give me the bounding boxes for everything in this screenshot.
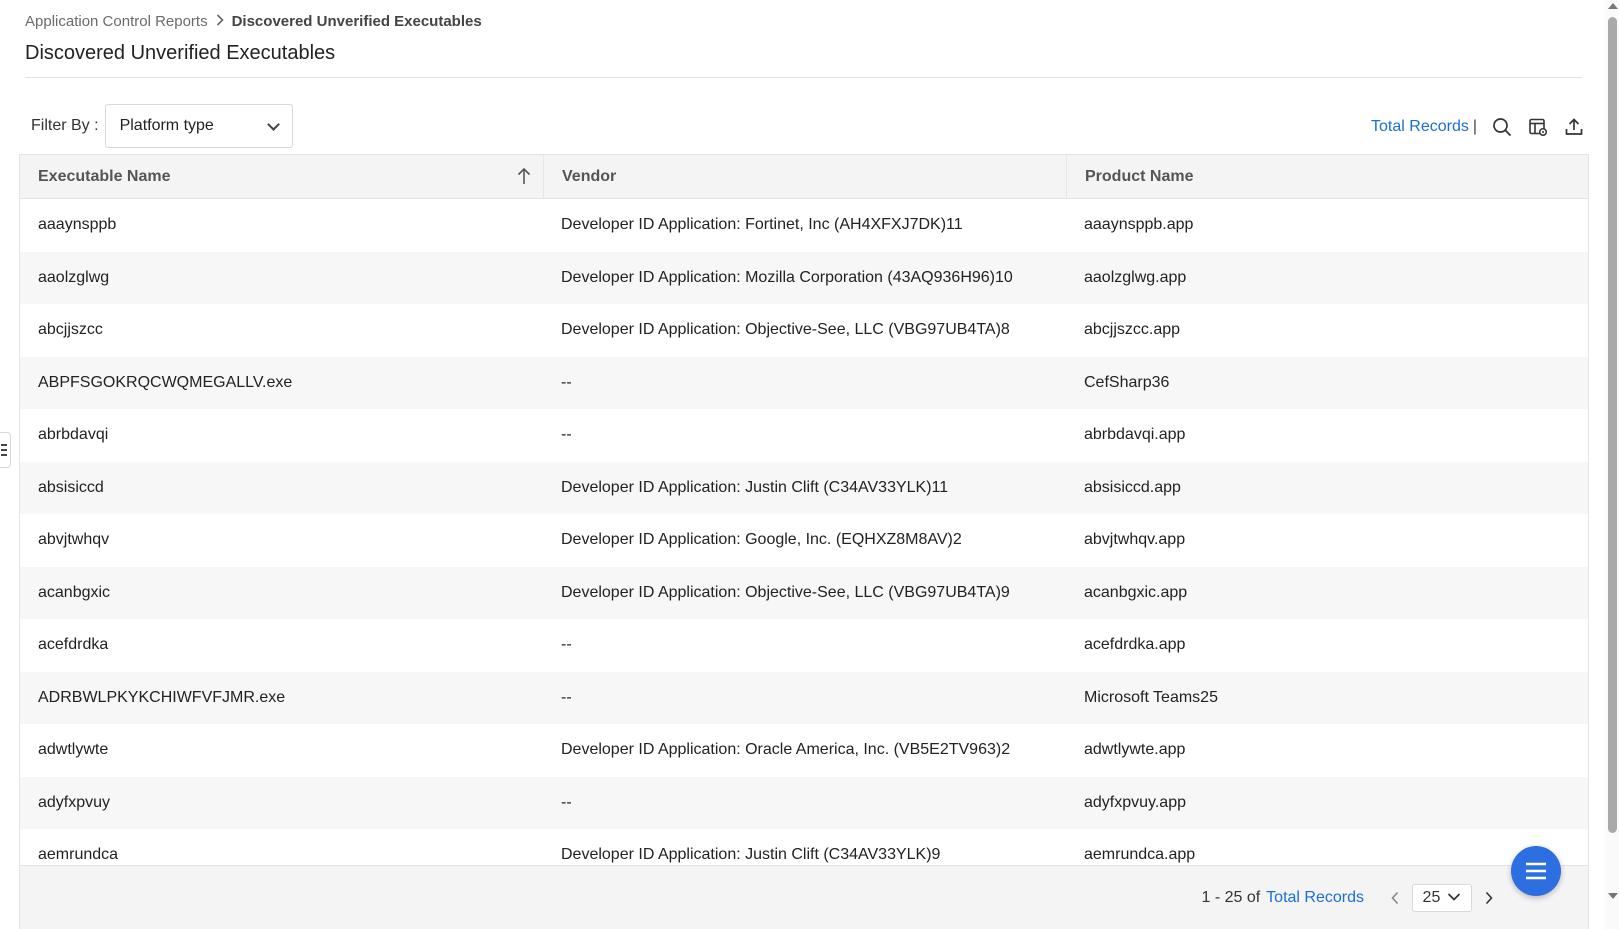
cell-executable-name: ADRBWLPKYKCHIWFVFJMR.exe [38,688,286,706]
total-records-link[interactable]: Total Records [1371,118,1469,136]
cell-product-name: abvjtwhqv.app [1084,531,1186,549]
cell-product-name: acefdrdka.app [1084,636,1186,654]
table-row[interactable]: adyfxpvuy -- adyfxpvuy.app [20,776,1588,829]
previous-page-icon[interactable] [1384,887,1406,909]
search-icon[interactable] [1491,116,1513,138]
cell-executable-name: abcjjszcc [38,321,103,339]
column-header-label: Executable Name [38,167,171,185]
pagination-range: 1 - 25 of [1201,889,1261,906]
cell-executable-name: absisiccd [38,478,104,496]
scrollbar-thumb[interactable] [1608,17,1617,833]
table-header: Executable Name Vendor Product Name [20,155,1588,199]
cell-vendor: Developer ID Application: Mozilla Corpor… [561,268,1013,286]
filter-row: Filter By : Platform type [31,104,293,148]
cell-executable-name: abvjtwhqv [38,531,110,549]
table-row[interactable]: abvjtwhqv Developer ID Application: Goog… [20,514,1588,567]
cell-product-name: aemrundca.app [1084,846,1196,864]
report-page: Application Control Reports Discovered U… [0,0,1619,929]
table-row[interactable]: abrbdavqi -- abrbdavqi.app [20,409,1588,462]
cell-vendor: -- [561,793,572,811]
column-header-product-name[interactable]: Product Name [1066,155,1588,198]
cell-executable-name: aaolzglwg [38,268,110,286]
cell-executable-name: acanbgxic [38,583,111,601]
separator: | [1472,118,1477,135]
page-size-value: 25 [1422,889,1441,906]
cell-executable-name: abrbdavqi [38,426,109,444]
cell-vendor: Developer ID Application: Oracle America… [561,741,1011,759]
column-header-label: Vendor [562,167,617,185]
column-header-executable-name[interactable]: Executable Name [20,155,543,198]
cell-vendor: -- [561,373,572,391]
column-settings-icon[interactable] [1527,116,1549,138]
filter-label: Filter By : [31,117,99,134]
table-body: aaaynsppb Developer ID Application: Fort… [20,199,1588,882]
cell-product-name: abcjjszcc.app [1084,321,1181,339]
scroll-down-arrow-icon[interactable] [1608,893,1618,899]
column-header-vendor[interactable]: Vendor [543,155,1066,198]
cell-product-name: aaolzglwg.app [1084,268,1187,286]
cell-vendor: Developer ID Application: Fortinet, Inc … [561,216,963,234]
chevron-down-icon [1447,889,1461,907]
cell-product-name: aaaynsppb.app [1084,216,1194,234]
sidebar-toggle-handle[interactable] [0,432,11,468]
chevron-down-icon [266,117,280,131]
cell-vendor: Developer ID Application: Google, Inc. (… [561,531,962,549]
platform-type-dropdown[interactable]: Platform type [104,104,293,148]
table-row[interactable]: ABPFSGOKRQCWQMEGALLV.exe -- CefSharp36 [20,356,1588,409]
cell-executable-name: aemrundca [38,846,119,864]
table-row[interactable]: abcjjszcc Developer ID Application: Obje… [20,304,1588,357]
floating-menu-button[interactable] [1511,846,1561,896]
cell-product-name: adwtlywte.app [1084,741,1186,759]
table-row[interactable]: adwtlywte Developer ID Application: Orac… [20,724,1588,777]
dropdown-selected-value: Platform type [119,117,214,134]
cell-vendor: -- [561,636,572,654]
menu-line [1,449,7,451]
breadcrumb: Application Control Reports Discovered U… [25,10,482,32]
table-row[interactable]: aaolzglwg Developer ID Application: Mozi… [20,251,1588,304]
cell-vendor: -- [561,688,572,706]
sort-ascending-icon[interactable] [517,167,531,190]
cell-vendor: Developer ID Application: Objective-See,… [561,321,1010,339]
cell-product-name: absisiccd.app [1084,478,1181,496]
table-row[interactable]: ADRBWLPKYKCHIWFVFJMR.exe -- Microsoft Te… [20,671,1588,724]
cell-executable-name: acefdrdka [38,636,109,654]
column-header-label: Product Name [1085,167,1194,185]
divider [25,77,1582,78]
cell-executable-name: adwtlywte [38,741,109,759]
cell-product-name: acanbgxic.app [1084,583,1188,601]
cell-executable-name: ABPFSGOKRQCWQMEGALLV.exe [38,373,293,391]
cell-vendor: Developer ID Application: Justin Clift (… [561,478,949,496]
menu-line [1,454,7,456]
menu-line [1,444,7,446]
next-page-icon[interactable] [1478,887,1500,909]
export-icon[interactable] [1563,116,1585,138]
scroll-up-arrow-icon[interactable] [1608,3,1618,9]
breadcrumb-current: Discovered Unverified Executables [231,12,482,30]
chevron-right-icon [216,13,224,29]
cell-vendor: Developer ID Application: Objective-See,… [561,583,1010,601]
hamburger-icon [1526,862,1546,880]
cell-vendor: -- [561,426,572,444]
cell-product-name: abrbdavqi.app [1084,426,1186,444]
pagination-bar: 1 - 25 of Total Records 25 [20,865,1588,929]
breadcrumb-parent-link[interactable]: Application Control Reports [25,13,208,30]
page-title: Discovered Unverified Executables [25,42,336,64]
cell-product-name: adyfxpvuy.app [1084,793,1186,811]
vertical-scrollbar[interactable] [1605,0,1619,929]
cell-vendor: Developer ID Application: Justin Clift (… [561,846,941,864]
cell-executable-name: adyfxpvuy [38,793,111,811]
table-toolbar: Total Records | [1371,116,1585,138]
cell-product-name: CefSharp36 [1084,373,1170,391]
executables-table: Executable Name Vendor Product Name aaay… [19,154,1589,929]
page-size-dropdown[interactable]: 25 [1412,884,1472,912]
cell-product-name: Microsoft Teams25 [1084,688,1218,706]
table-row[interactable]: acefdrdka -- acefdrdka.app [20,619,1588,672]
table-row[interactable]: aaaynsppb Developer ID Application: Fort… [20,199,1588,252]
cell-executable-name: aaaynsppb [38,216,117,234]
pagination-total-records-link[interactable]: Total Records [1266,889,1364,907]
table-row[interactable]: absisiccd Developer ID Application: Just… [20,461,1588,514]
table-row[interactable]: acanbgxic Developer ID Application: Obje… [20,566,1588,619]
